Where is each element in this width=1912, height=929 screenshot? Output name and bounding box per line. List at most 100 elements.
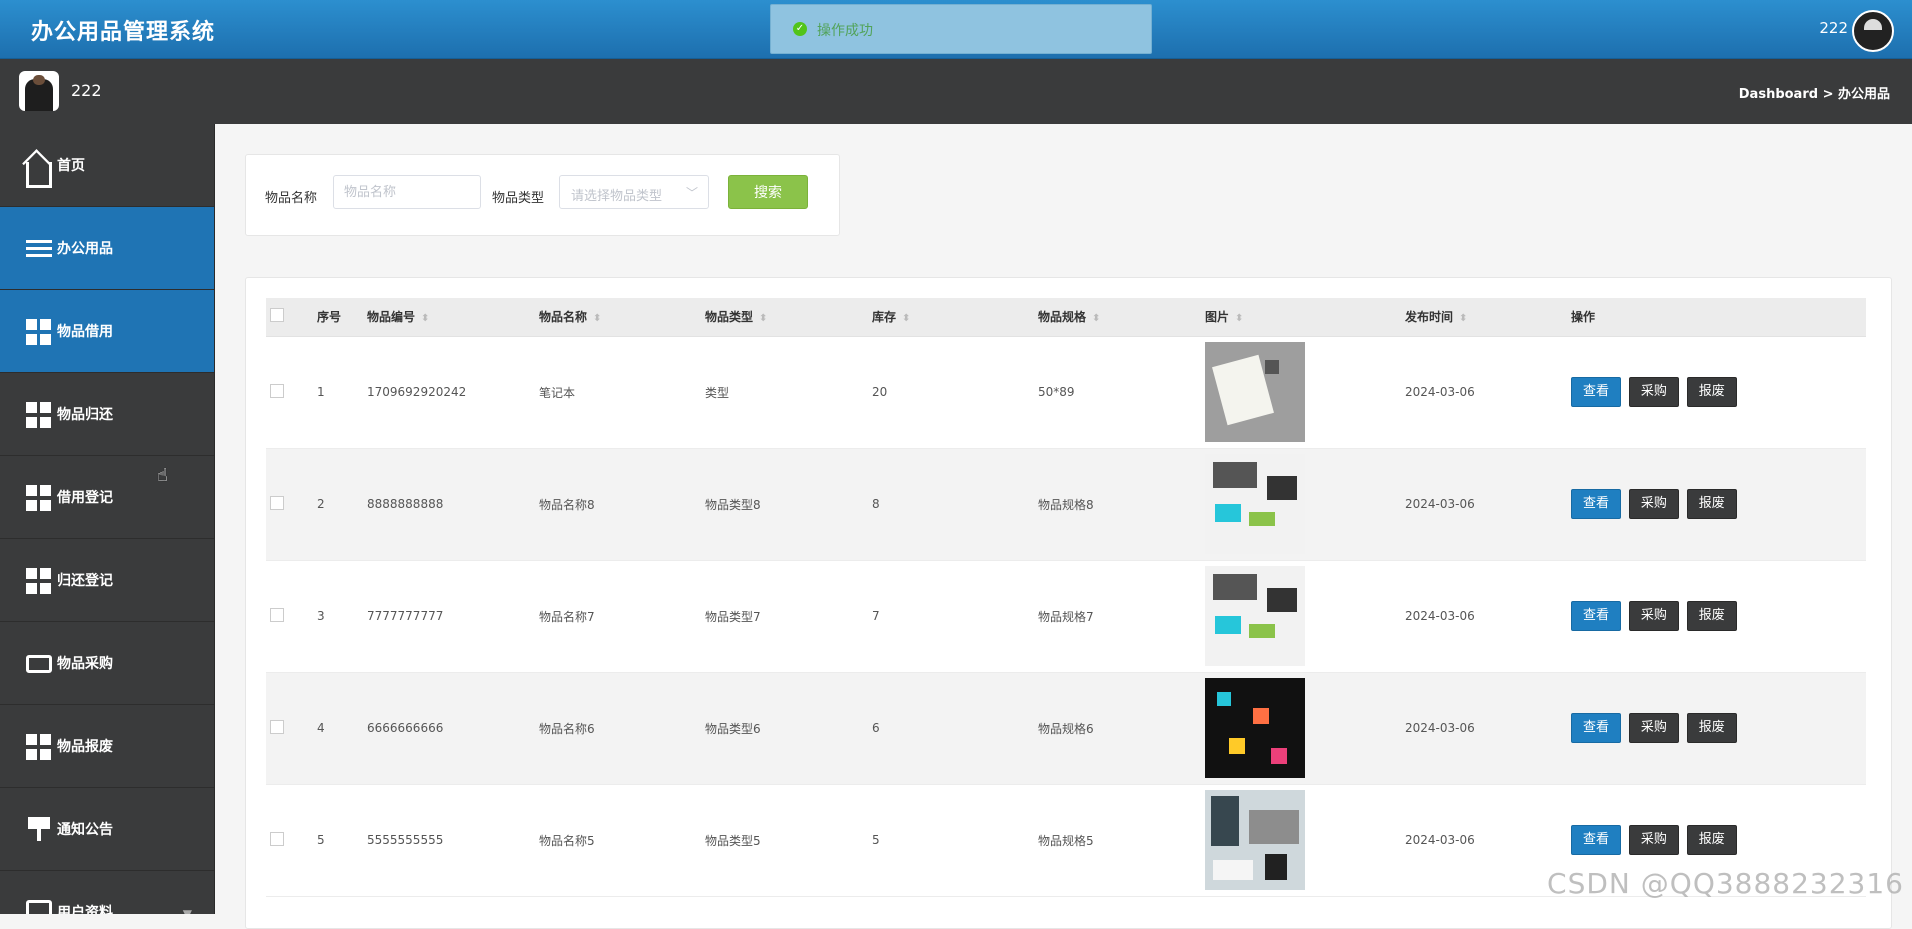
sidebar-item-label: 物品报废: [57, 739, 113, 755]
top-username[interactable]: 222: [1819, 19, 1848, 37]
select-placeholder: 请选择物品类型: [571, 189, 663, 204]
purchase-button[interactable]: 采购: [1628, 489, 1679, 519]
pin-icon: [26, 817, 52, 843]
row-checkbox[interactable]: [270, 495, 284, 510]
search-button[interactable]: 搜索: [728, 175, 808, 209]
scrap-button[interactable]: 报废: [1686, 601, 1737, 631]
sidebar-item-borrow[interactable]: 物品借用: [0, 290, 214, 373]
cell-name: 笔记本: [538, 336, 704, 449]
sub-header: 222 Dashboard > 办公用品: [0, 59, 1912, 124]
item-thumbnail[interactable]: [1205, 678, 1305, 778]
sidebar-item-label: 通知公告: [57, 822, 113, 838]
row-checkbox[interactable]: [270, 719, 284, 734]
sidebar-item-scrap[interactable]: 物品报废: [0, 705, 214, 788]
cell-name: 物品名称6: [538, 672, 704, 785]
cell-index: 3: [316, 560, 366, 673]
sidebar-item-return[interactable]: 物品归还: [0, 373, 214, 456]
grid-icon: [26, 734, 52, 760]
view-button[interactable]: 查看: [1571, 601, 1622, 631]
office-supplies-table: 序号 物品编号 ⬍ 物品名称 ⬍ 物品类型 ⬍ 库存 ⬍ 物品规格 ⬍ 图片 ⬍ 发布时间 ⬍…: [266, 298, 1866, 897]
wallet-icon: [26, 655, 52, 673]
cell-date: 2024-03-06: [1404, 560, 1570, 673]
sidebar-item-label: 物品归还: [57, 407, 113, 423]
sidebar-item-label: 物品借用: [57, 324, 113, 340]
sidebar-item-label: 用户资料: [57, 905, 113, 914]
watermark: CSDN @QQ3888232316: [1547, 867, 1904, 900]
grid-icon: [26, 319, 52, 345]
cell-index: 1: [316, 336, 366, 449]
scrap-button[interactable]: 报废: [1686, 713, 1737, 743]
view-button[interactable]: 查看: [1571, 489, 1622, 519]
col-stock[interactable]: 库存 ⬍: [871, 298, 1037, 337]
sidebar-item-purchase[interactable]: 物品采购: [0, 622, 214, 705]
card-icon: [26, 900, 52, 914]
cell-spec: 物品规格7: [1037, 560, 1204, 673]
cell-code: 7777777777: [366, 560, 538, 673]
user-avatar[interactable]: [1852, 10, 1894, 52]
sidebar-username: 222: [71, 81, 102, 100]
col-code[interactable]: 物品编号 ⬍: [366, 298, 538, 337]
scrap-button[interactable]: 报废: [1686, 489, 1737, 519]
sort-icon: ⬍: [1092, 313, 1101, 325]
cell-stock: 6: [871, 672, 1037, 785]
cell-spec: 物品规格6: [1037, 672, 1204, 785]
chevron-down-icon: ﹀: [685, 186, 698, 200]
cell-index: 5: [316, 784, 366, 897]
row-checkbox[interactable]: [270, 607, 284, 622]
purchase-button[interactable]: 采购: [1628, 377, 1679, 407]
col-image[interactable]: 图片 ⬍: [1204, 298, 1404, 337]
sidebar-item-label: 物品采购: [57, 656, 113, 672]
sidebar-avatar: [19, 71, 59, 111]
sort-icon: ⬍: [1235, 313, 1244, 325]
col-name[interactable]: 物品名称 ⬍: [538, 298, 704, 337]
cell-date: 2024-03-06: [1404, 784, 1570, 897]
select-all-checkbox[interactable]: [270, 308, 284, 323]
purchase-button[interactable]: 采购: [1628, 601, 1679, 631]
col-type[interactable]: 物品类型 ⬍: [704, 298, 871, 337]
item-thumbnail[interactable]: [1205, 454, 1305, 554]
sidebar-item-borrow-register[interactable]: 借用登记: [0, 456, 214, 539]
sort-icon: ⬍: [759, 313, 768, 325]
purchase-button[interactable]: 采购: [1628, 713, 1679, 743]
check-circle-icon: ✓: [793, 22, 807, 36]
grid-icon: [26, 402, 52, 428]
item-thumbnail[interactable]: [1205, 790, 1305, 890]
cell-type: 物品类型5: [704, 784, 871, 897]
mouse-cursor-icon: ☝: [157, 465, 168, 486]
sidebar-item-user-profile[interactable]: 用户资料 ▼: [0, 871, 214, 914]
item-name-input[interactable]: [333, 175, 481, 209]
sort-icon: ⬍: [902, 313, 911, 325]
item-type-label: 物品类型: [492, 191, 545, 206]
view-button[interactable]: 查看: [1571, 377, 1622, 407]
success-toast: ✓ 操作成功: [770, 4, 1152, 54]
cell-stock: 20: [871, 336, 1037, 449]
sidebar-item-label: 办公用品: [57, 241, 113, 257]
purchase-button[interactable]: 采购: [1628, 825, 1679, 855]
row-checkbox[interactable]: [270, 831, 284, 846]
item-thumbnail[interactable]: [1205, 566, 1305, 666]
sidebar-item-return-register[interactable]: 归还登记: [0, 539, 214, 622]
col-date[interactable]: 发布时间 ⬍: [1404, 298, 1570, 337]
cell-date: 2024-03-06: [1404, 336, 1570, 449]
row-checkbox[interactable]: [270, 383, 284, 398]
table-row: 1 1709692920242 笔记本 类型 20 50*89 2024-03-…: [266, 336, 1866, 449]
sidebar-item-notice[interactable]: 通知公告: [0, 788, 214, 871]
sidebar-item-office-supplies[interactable]: 办公用品: [0, 207, 214, 290]
grid-icon: [26, 568, 52, 594]
view-button[interactable]: 查看: [1571, 713, 1622, 743]
cell-spec: 物品规格8: [1037, 448, 1204, 561]
col-ops: 操作: [1570, 298, 1866, 337]
scrap-button[interactable]: 报废: [1686, 825, 1737, 855]
item-thumbnail[interactable]: [1205, 342, 1305, 442]
sidebar: 首页 办公用品 物品借用 物品归还 借用登记 归还登记 物品采购 物品报废 通知…: [0, 124, 215, 914]
sidebar-item-home[interactable]: 首页: [0, 124, 214, 207]
item-type-select[interactable]: 请选择物品类型 ﹀: [559, 175, 709, 209]
view-button[interactable]: 查看: [1571, 825, 1622, 855]
col-spec[interactable]: 物品规格 ⬍: [1037, 298, 1204, 337]
sliders-icon: [26, 236, 52, 262]
scrap-button[interactable]: 报废: [1686, 377, 1737, 407]
cell-date: 2024-03-06: [1404, 448, 1570, 561]
cell-code: 8888888888: [366, 448, 538, 561]
cell-index: 4: [316, 672, 366, 785]
col-index[interactable]: 序号: [316, 298, 366, 337]
